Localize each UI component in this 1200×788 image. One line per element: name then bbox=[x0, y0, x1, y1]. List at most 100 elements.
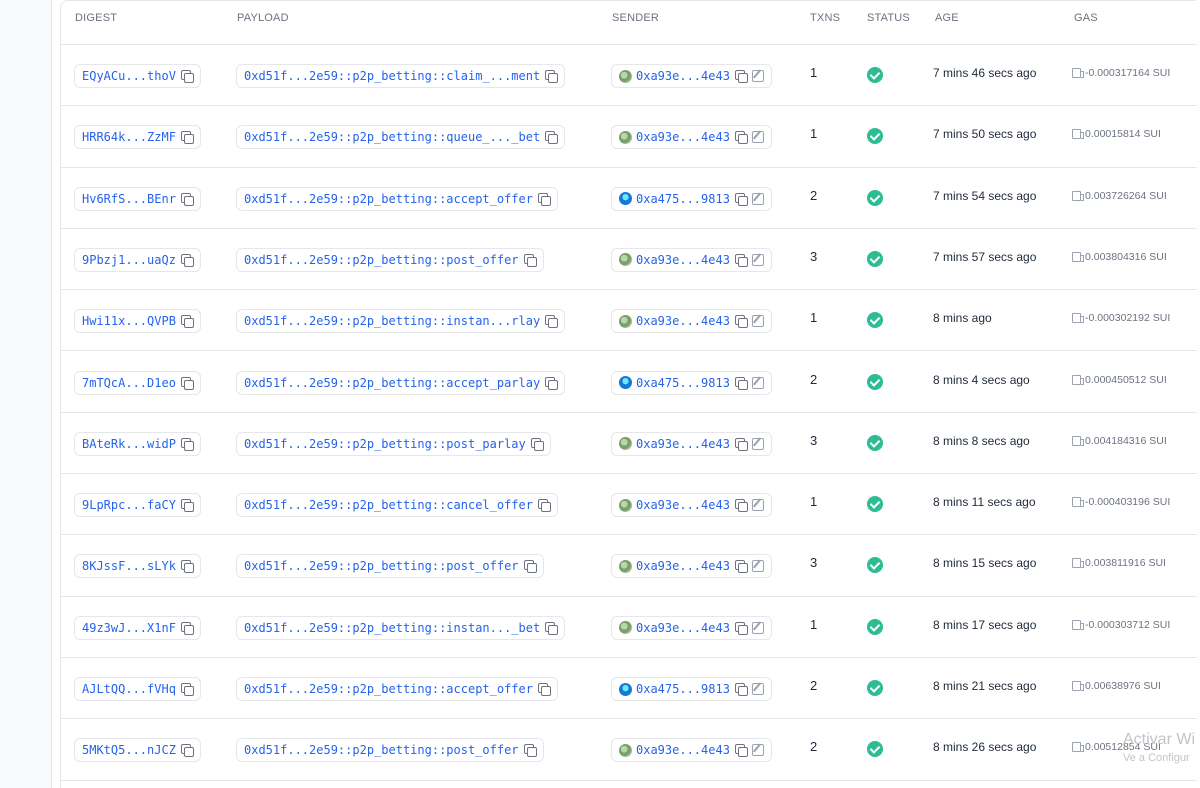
payload-text[interactable]: 0xd51f...2e59::p2p_betting::post_parlay bbox=[244, 437, 526, 451]
payload-text[interactable]: 0xd51f...2e59::p2p_betting::instan...rla… bbox=[244, 314, 540, 328]
copy-icon[interactable] bbox=[734, 315, 748, 329]
edit-icon[interactable] bbox=[751, 131, 764, 144]
digest-link[interactable]: 9LpRpc...faCY bbox=[74, 493, 201, 518]
copy-icon[interactable] bbox=[734, 437, 748, 451]
payload-text[interactable]: 0xd51f...2e59::p2p_betting::accept_offer bbox=[244, 192, 533, 206]
payload-link[interactable]: 0xd51f...2e59::p2p_betting::cancel_offer bbox=[236, 493, 558, 518]
copy-icon[interactable] bbox=[734, 253, 748, 267]
copy-icon[interactable] bbox=[734, 621, 748, 635]
edit-icon[interactable] bbox=[751, 70, 764, 82]
sender-link[interactable]: 0xa93e...4e43 bbox=[611, 247, 772, 272]
digest-link[interactable]: 49z3wJ...X1nF bbox=[74, 615, 201, 640]
payload-link[interactable]: 0xd51f...2e59::p2p_betting::accept_offer bbox=[236, 186, 558, 211]
payload-link[interactable]: 0xd51f...2e59::p2p_betting::accept_offer bbox=[236, 677, 558, 701]
copy-icon[interactable] bbox=[734, 70, 748, 83]
edit-icon[interactable] bbox=[751, 192, 764, 205]
sender-address[interactable]: 0xa93e...4e43 bbox=[636, 621, 730, 635]
digest-link[interactable]: Hwi11x...QVPB bbox=[74, 309, 201, 334]
sender-link[interactable]: 0xa93e...4e43 bbox=[611, 493, 772, 518]
sender-address[interactable]: 0xa93e...4e43 bbox=[636, 437, 730, 451]
copy-icon[interactable] bbox=[734, 499, 748, 513]
digest-link[interactable]: EQyACu...thoV bbox=[74, 64, 201, 88]
digest-text[interactable]: 9LpRpc...faCY bbox=[82, 498, 176, 512]
copy-icon[interactable] bbox=[530, 437, 544, 451]
digest-text[interactable]: Hv6RfS...BEnr bbox=[82, 192, 176, 206]
copy-icon[interactable] bbox=[537, 192, 551, 206]
payload-link[interactable]: 0xd51f...2e59::p2p_betting::instan..._be… bbox=[236, 615, 566, 640]
sender-address[interactable]: 0xa93e...4e43 bbox=[636, 559, 730, 573]
sender-address[interactable]: 0xa475...9813 bbox=[636, 376, 730, 390]
copy-icon[interactable] bbox=[180, 70, 194, 83]
edit-icon[interactable] bbox=[751, 683, 764, 695]
payload-text[interactable]: 0xd51f...2e59::p2p_betting::cancel_offer bbox=[244, 498, 533, 512]
payload-link[interactable]: 0xd51f...2e59::p2p_betting::accept_parla… bbox=[236, 370, 566, 395]
edit-icon[interactable] bbox=[751, 499, 764, 512]
copy-icon[interactable] bbox=[523, 560, 537, 574]
edit-icon[interactable] bbox=[751, 621, 764, 634]
copy-icon[interactable] bbox=[180, 315, 194, 329]
payload-text[interactable]: 0xd51f...2e59::p2p_betting::post_offer bbox=[244, 743, 519, 757]
payload-text[interactable]: 0xd51f...2e59::p2p_betting::claim_...men… bbox=[244, 69, 540, 83]
payload-link[interactable]: 0xd51f...2e59::p2p_betting::post_offer bbox=[236, 247, 544, 272]
copy-icon[interactable] bbox=[537, 499, 551, 513]
payload-text[interactable]: 0xd51f...2e59::p2p_betting::instan..._be… bbox=[244, 621, 540, 635]
sender-link[interactable]: 0xa93e...4e43 bbox=[611, 64, 772, 88]
digest-link[interactable]: 5MKtQ5...nJCZ bbox=[74, 738, 201, 763]
digest-text[interactable]: Hwi11x...QVPB bbox=[82, 314, 176, 328]
copy-icon[interactable] bbox=[523, 744, 537, 758]
digest-link[interactable]: Hv6RfS...BEnr bbox=[74, 186, 201, 211]
sender-link[interactable]: 0xa475...9813 bbox=[611, 370, 772, 395]
digest-link[interactable]: BAteRk...widP bbox=[74, 431, 201, 456]
digest-link[interactable]: 7mTQcA...D1eo bbox=[74, 370, 201, 395]
digest-text[interactable]: EQyACu...thoV bbox=[82, 69, 176, 83]
sender-address[interactable]: 0xa475...9813 bbox=[636, 192, 730, 206]
sender-link[interactable]: 0xa93e...4e43 bbox=[611, 309, 772, 334]
copy-icon[interactable] bbox=[734, 744, 748, 758]
digest-text[interactable]: 8KJssF...sLYk bbox=[82, 559, 176, 573]
digest-text[interactable]: 5MKtQ5...nJCZ bbox=[82, 743, 176, 757]
edit-icon[interactable] bbox=[751, 744, 764, 757]
copy-icon[interactable] bbox=[545, 131, 559, 145]
copy-icon[interactable] bbox=[180, 683, 194, 696]
digest-link[interactable]: 9Pbzj1...uaQz bbox=[74, 247, 201, 272]
digest-link[interactable]: AJLtQQ...fVHq bbox=[74, 677, 201, 701]
sender-link[interactable]: 0xa93e...4e43 bbox=[611, 615, 772, 640]
copy-icon[interactable] bbox=[734, 131, 748, 145]
payload-text[interactable]: 0xd51f...2e59::p2p_betting::post_offer bbox=[244, 559, 519, 573]
payload-link[interactable]: 0xd51f...2e59::p2p_betting::instan...rla… bbox=[236, 309, 566, 334]
digest-text[interactable]: BAteRk...widP bbox=[82, 437, 176, 451]
payload-text[interactable]: 0xd51f...2e59::p2p_betting::queue_..._be… bbox=[244, 130, 540, 144]
payload-link[interactable]: 0xd51f...2e59::p2p_betting::post_offer bbox=[236, 738, 544, 763]
copy-icon[interactable] bbox=[545, 621, 559, 635]
digest-link[interactable]: HRR64k...ZzMF bbox=[74, 125, 201, 150]
payload-link[interactable]: 0xd51f...2e59::p2p_betting::claim_...men… bbox=[236, 64, 566, 88]
copy-icon[interactable] bbox=[537, 683, 551, 696]
copy-icon[interactable] bbox=[180, 621, 194, 635]
copy-icon[interactable] bbox=[545, 376, 559, 390]
copy-icon[interactable] bbox=[734, 376, 748, 390]
payload-link[interactable]: 0xd51f...2e59::p2p_betting::post_parlay bbox=[236, 431, 551, 456]
copy-icon[interactable] bbox=[523, 253, 537, 267]
sender-address[interactable]: 0xa93e...4e43 bbox=[636, 69, 730, 83]
digest-text[interactable]: HRR64k...ZzMF bbox=[82, 130, 176, 144]
copy-icon[interactable] bbox=[180, 560, 194, 574]
copy-icon[interactable] bbox=[734, 560, 748, 574]
copy-icon[interactable] bbox=[180, 437, 194, 451]
copy-icon[interactable] bbox=[180, 131, 194, 145]
digest-text[interactable]: 7mTQcA...D1eo bbox=[82, 376, 176, 390]
sender-link[interactable]: 0xa93e...4e43 bbox=[611, 431, 772, 456]
digest-link[interactable]: 8KJssF...sLYk bbox=[74, 554, 201, 579]
copy-icon[interactable] bbox=[734, 192, 748, 206]
copy-icon[interactable] bbox=[545, 315, 559, 329]
copy-icon[interactable] bbox=[545, 70, 559, 83]
copy-icon[interactable] bbox=[180, 376, 194, 390]
sender-link[interactable]: 0xa93e...4e43 bbox=[611, 125, 772, 150]
edit-icon[interactable] bbox=[751, 376, 764, 389]
copy-icon[interactable] bbox=[180, 192, 194, 206]
sender-address[interactable]: 0xa93e...4e43 bbox=[636, 253, 730, 267]
payload-link[interactable]: 0xd51f...2e59::p2p_betting::queue_..._be… bbox=[236, 125, 566, 150]
copy-icon[interactable] bbox=[180, 253, 194, 267]
edit-icon[interactable] bbox=[751, 437, 764, 450]
digest-text[interactable]: 49z3wJ...X1nF bbox=[82, 621, 176, 635]
payload-text[interactable]: 0xd51f...2e59::p2p_betting::accept_parla… bbox=[244, 376, 540, 390]
